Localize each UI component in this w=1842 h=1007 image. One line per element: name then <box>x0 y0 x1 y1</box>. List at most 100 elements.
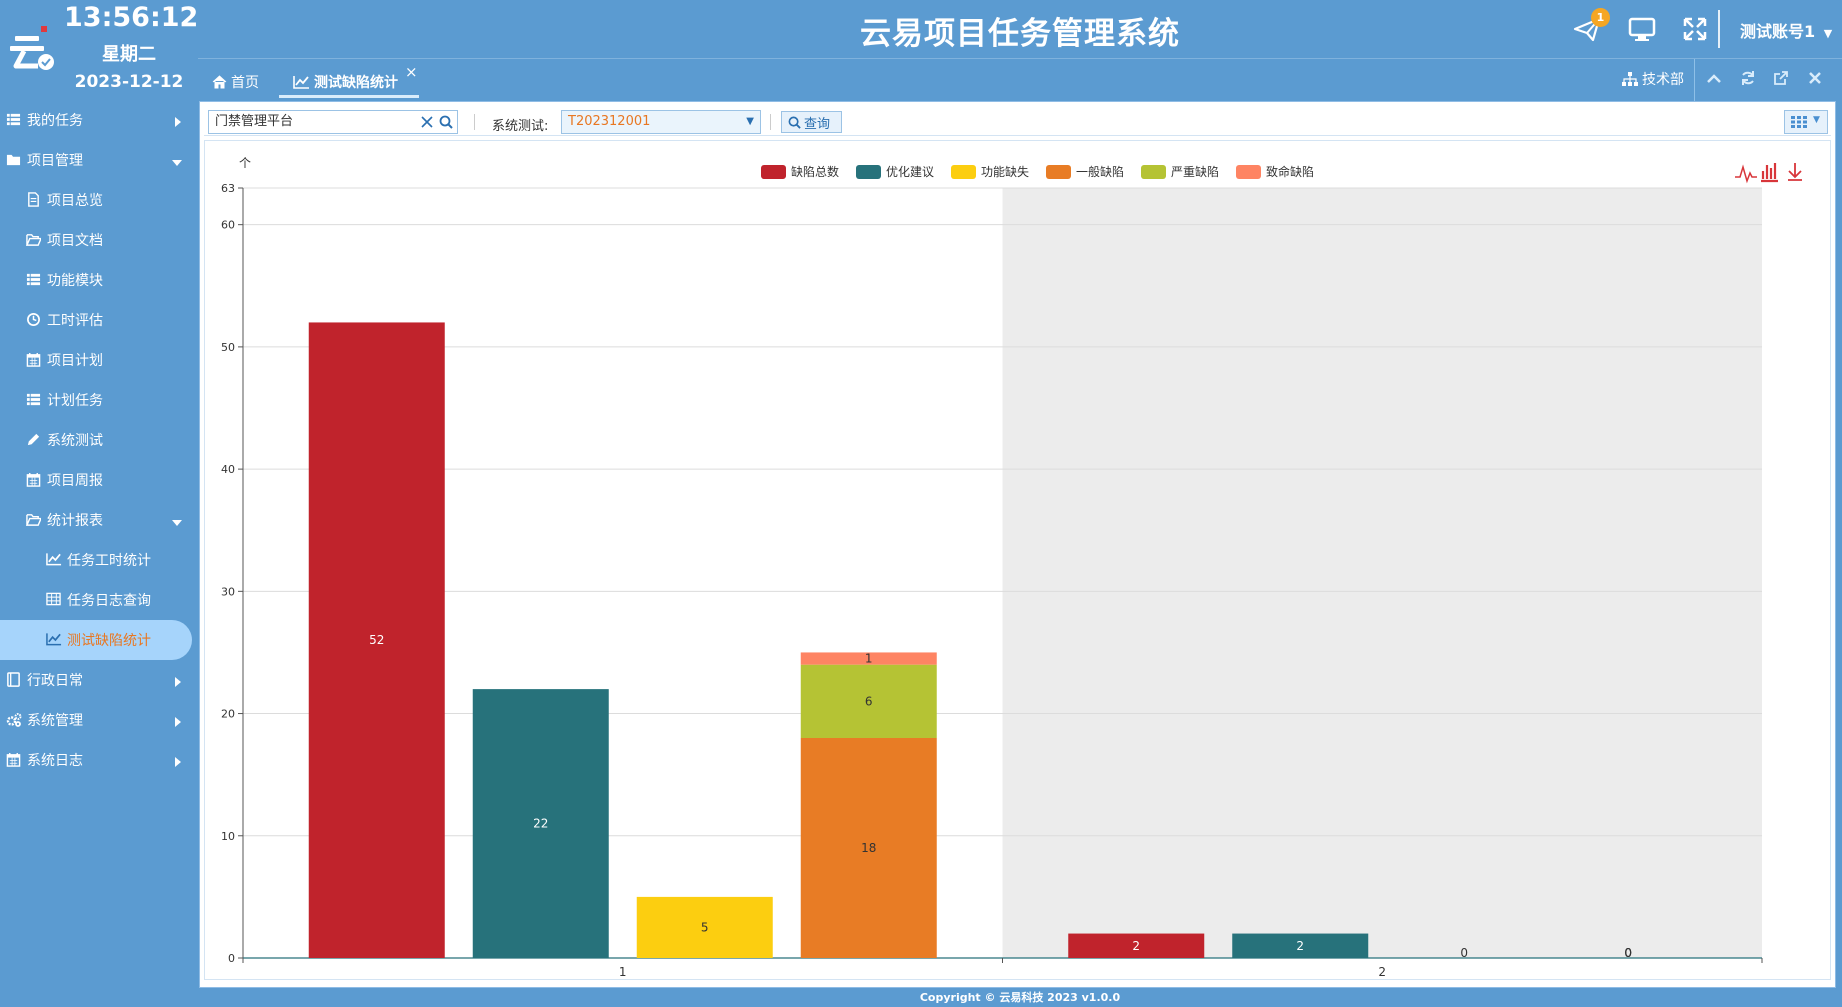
sidebar-item[interactable]: 功能模块 <box>0 260 196 300</box>
sidebar-item-label: 任务工时统计 <box>67 553 151 569</box>
y-axis-unit-label: 个 <box>239 156 251 170</box>
legend-swatch <box>761 165 786 179</box>
bar-chart-toggle-icon[interactable] <box>1761 163 1778 183</box>
clock-icon <box>26 312 42 328</box>
system-test-label: 系统测试: <box>492 119 549 134</box>
bar-value-label: 2 <box>1132 939 1140 953</box>
legend-swatch <box>1141 165 1166 179</box>
system-test-select[interactable]: T202312001 ▼ <box>561 110 761 134</box>
sidebar-item-label: 任务日志查询 <box>67 593 151 609</box>
account-menu[interactable]: 测试账号1 ▼ <box>1740 18 1832 42</box>
grid-icon <box>1791 116 1807 128</box>
bar-value-label: 18 <box>861 841 876 855</box>
line-chart-toggle-icon[interactable] <box>1735 164 1757 184</box>
download-icon[interactable] <box>1788 163 1802 181</box>
sidebar-item[interactable]: 项目文档 <box>0 220 196 260</box>
caret-down-icon <box>172 155 182 171</box>
sidebar-item[interactable]: 系统日志 <box>0 740 196 780</box>
top-header: 云易项目任务管理系统 1 测试账号1 ▼ <box>0 0 1842 58</box>
sidebar-item-label: 项目文档 <box>47 233 103 249</box>
sidebar-item[interactable]: 计划任务 <box>0 380 196 420</box>
column-toggle-button[interactable]: ▼ <box>1784 110 1828 134</box>
legend-swatch <box>951 165 976 179</box>
y-tick-label: 10 <box>221 830 235 843</box>
bar-value-label: 1 <box>865 652 873 666</box>
toolbar-divider <box>770 114 771 130</box>
category-highlight <box>1002 188 1762 958</box>
defect-bar-chart: 010203040506063个1 25222518612 20 000缺陷总数 优化建… <box>221 156 1802 979</box>
sidebar-item-label: 项目周报 <box>47 473 103 489</box>
y-tick-label: 50 <box>221 341 235 354</box>
sidebar-item-label: 项目管理 <box>27 153 83 169</box>
caret-right-icon <box>174 755 182 771</box>
sidebar-item[interactable]: 系统管理 <box>0 700 196 740</box>
sidebar-item[interactable]: 项目周报 <box>0 460 196 500</box>
tab-defect-stats[interactable]: 测试缺陷统计 <box>293 67 398 97</box>
sidebar-item[interactable]: 项目计划 <box>0 340 196 380</box>
sidebar-item[interactable]: 任务日志查询 <box>0 580 196 620</box>
app-title: 云易项目任务管理系统 <box>860 16 1180 52</box>
chevron-up-icon[interactable] <box>1706 71 1722 87</box>
search-icon <box>788 116 801 129</box>
sidebar-item[interactable]: 统计报表 <box>0 500 196 540</box>
account-name: 测试账号1 <box>1740 22 1816 41</box>
query-button-label: 查询 <box>804 116 831 132</box>
close-icon[interactable] <box>1808 71 1822 85</box>
project-picker[interactable]: 门禁管理平台 <box>208 110 458 134</box>
external-link-icon[interactable] <box>1773 70 1789 86</box>
table-icon <box>46 592 62 608</box>
tools-divider <box>1694 59 1695 101</box>
tab-home-label: 首页 <box>231 75 259 91</box>
department-button[interactable]: 技术部 <box>1622 69 1684 89</box>
y-tick-label: 20 <box>221 708 235 721</box>
sidebar-item[interactable]: 系统测试 <box>0 420 196 460</box>
y-tick-label: 60 <box>221 219 235 232</box>
sidebar-item-label: 项目总览 <box>47 193 103 209</box>
sidebar-item[interactable]: 行政日常 <box>0 660 196 700</box>
monitor-icon[interactable] <box>1627 14 1657 44</box>
home-icon <box>212 75 227 89</box>
sidebar-item[interactable]: 测试缺陷统计 <box>0 620 192 660</box>
tab-close-icon[interactable]: × <box>405 57 418 87</box>
tab-home[interactable]: 首页 <box>212 67 259 97</box>
active-tab-indicator <box>279 95 419 98</box>
legend-label: 缺陷总数 <box>791 164 839 179</box>
legend-label: 严重缺陷 <box>1171 164 1219 179</box>
sidebar-nav: 我的任务项目管理项目总览项目文档功能模块 工时评估 项目计划 计划任务系统测试项目周报… <box>0 100 196 1007</box>
clear-icon[interactable] <box>421 116 433 128</box>
sidebar-item-label: 行政日常 <box>27 673 83 689</box>
caret-right-icon <box>174 715 182 731</box>
sidebar-item[interactable]: 我的任务 <box>0 100 196 140</box>
y-tick-label: 40 <box>221 463 235 476</box>
clock-time: 13:56:12 <box>64 2 199 33</box>
legend-label: 功能缺失 <box>981 164 1029 179</box>
system-test-select-value: T202312001 <box>568 114 651 129</box>
bar-value-label: 0 <box>1460 946 1468 960</box>
book-icon <box>6 672 22 688</box>
y-tick-label: 30 <box>221 585 235 598</box>
refresh-icon[interactable] <box>1740 70 1756 86</box>
project-picker-value: 门禁管理平台 <box>215 114 294 129</box>
sidebar-item[interactable]: 项目总览 <box>0 180 196 220</box>
sidebar-item-label: 系统日志 <box>27 753 83 769</box>
header-divider <box>1718 10 1720 48</box>
line-chart-icon <box>293 76 309 89</box>
bar-value-label: 6 <box>865 694 873 708</box>
caret-down-icon: ▼ <box>1823 27 1833 40</box>
footer-copyright: Copyright © 云易科技 2023 v1.0.0 <box>919 991 1121 1004</box>
sidebar-item[interactable]: 任务工时统计 <box>0 540 196 580</box>
sidebar-item[interactable]: 工时评估 <box>0 300 196 340</box>
caret-down-icon <box>172 515 182 531</box>
folder-open-icon <box>25 512 43 528</box>
y-tick-label: 63 <box>221 182 235 195</box>
folder-open-icon <box>25 232 43 248</box>
toolbar-divider <box>474 114 475 130</box>
caret-down-icon: ▼ <box>746 116 754 127</box>
sidebar-item-label: 系统测试 <box>47 433 103 449</box>
search-icon[interactable] <box>439 115 453 129</box>
bar-value-label: 52 <box>369 633 384 647</box>
query-button[interactable]: 查询 <box>781 111 842 133</box>
sidebar-item[interactable]: 项目管理 <box>0 140 196 180</box>
fullscreen-icon[interactable] <box>1680 14 1710 44</box>
bar-value-label: 22 <box>533 817 548 831</box>
